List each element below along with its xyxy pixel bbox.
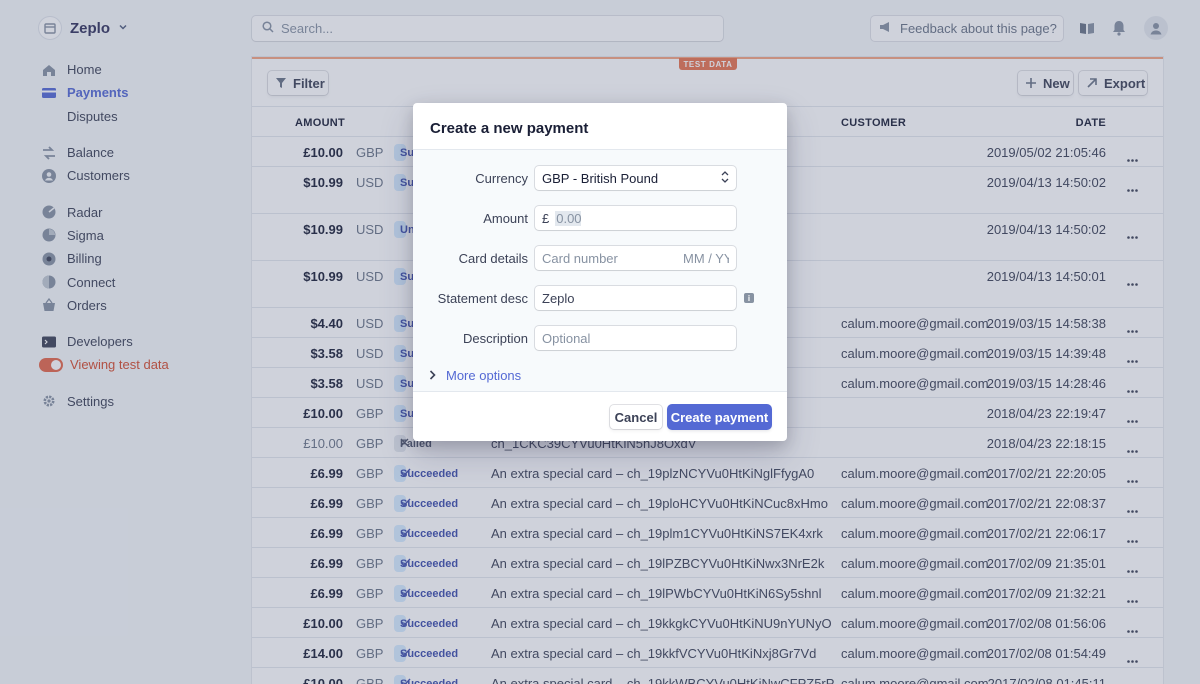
chevron-right-icon — [429, 368, 436, 383]
dashboard: Zeplo Home Payments Disputes Balance Cus… — [0, 0, 1200, 684]
info-icon[interactable]: i — [744, 293, 754, 303]
description-row: Description — [413, 326, 787, 350]
modal-title: Create a new payment — [430, 120, 589, 137]
currency-row: Currency GBP - British Pound — [413, 166, 787, 190]
amount-field[interactable]: £ — [535, 206, 736, 230]
more-options-toggle[interactable]: More options — [429, 368, 521, 383]
amount-row: Amount £ — [413, 206, 787, 230]
select-arrows-icon — [721, 170, 729, 186]
card-label: Card details — [458, 251, 528, 266]
modal-header: Create a new payment — [413, 103, 787, 150]
currency-select[interactable]: GBP - British Pound — [535, 166, 736, 190]
statement-row: Statement desc Zeplo i — [413, 286, 787, 310]
description-field[interactable] — [535, 326, 736, 350]
currency-label: Currency — [475, 171, 528, 186]
statement-value: Zeplo — [542, 290, 575, 306]
description-label: Description — [462, 331, 528, 346]
card-field[interactable] — [535, 246, 736, 270]
card-number-input[interactable] — [542, 250, 662, 266]
currency-symbol: £ — [542, 210, 550, 226]
card-row: Card details — [413, 246, 787, 270]
amount-input[interactable] — [555, 210, 582, 226]
more-options-label: More options — [446, 368, 522, 383]
modal-footer: Cancel Create payment — [413, 391, 787, 441]
statement-field[interactable]: Zeplo — [535, 286, 736, 310]
create-payment-button[interactable]: Create payment — [668, 405, 771, 429]
card-expiry-input[interactable] — [683, 250, 729, 266]
statement-label: Statement desc — [437, 291, 528, 306]
create-payment-modal: Create a new payment Currency GBP - Brit… — [413, 103, 787, 441]
cancel-button[interactable]: Cancel — [610, 405, 662, 429]
description-input[interactable] — [542, 330, 729, 346]
currency-value: GBP - British Pound — [542, 170, 659, 186]
amount-label: Amount — [483, 211, 528, 226]
modal-body: Currency GBP - British Pound Amount £ Ca… — [413, 150, 787, 391]
